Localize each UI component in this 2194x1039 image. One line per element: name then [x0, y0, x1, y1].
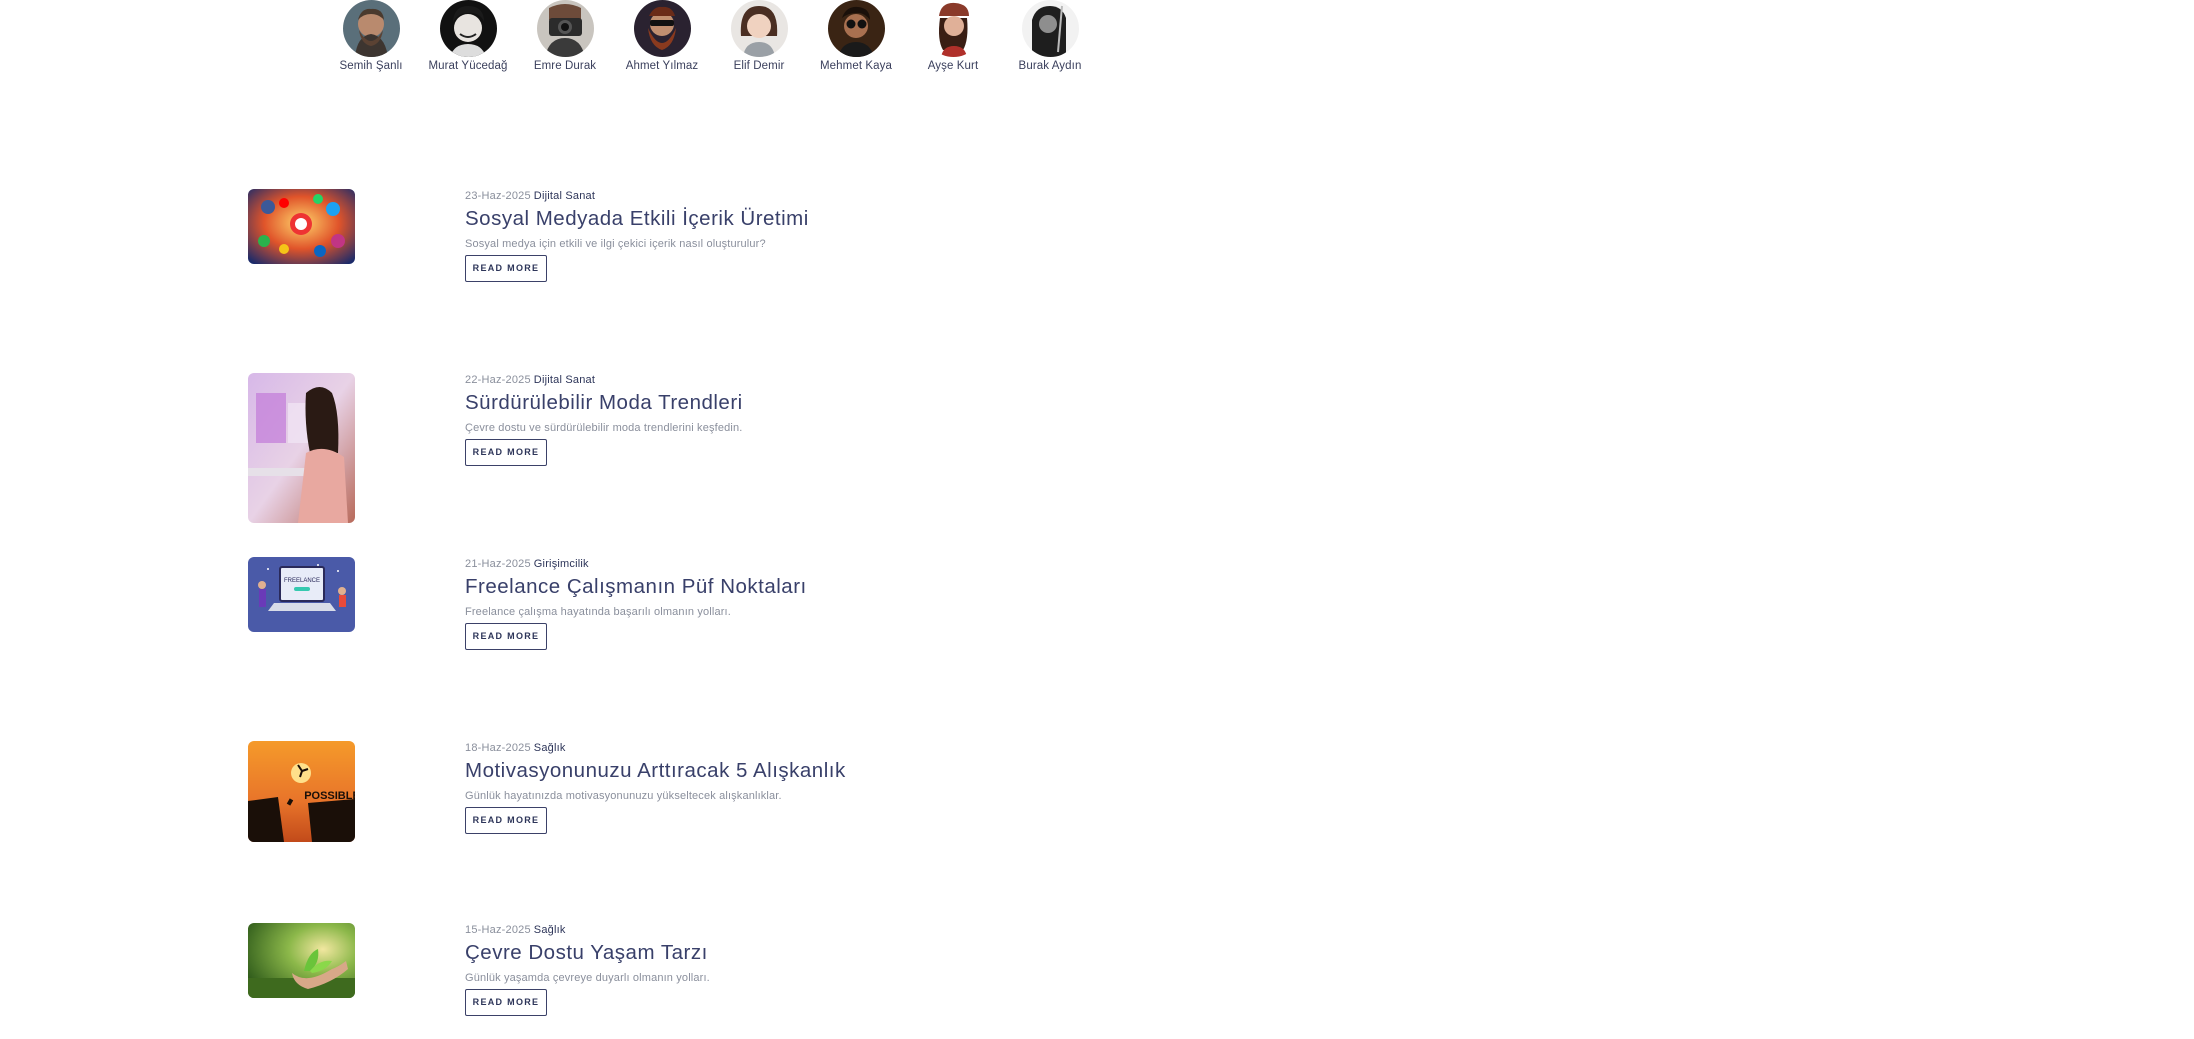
cliff-jump-sunset-image[interactable]: POSSIBLE [248, 741, 355, 842]
blog-post: 23-Haz-2025 Dijital Sanat Sosyal Medyada … [0, 189, 1552, 339]
possible-caption: POSSIBLE [304, 790, 355, 802]
read-more-button[interactable]: READ MORE [465, 989, 547, 1016]
avatar[interactable] [342, 0, 400, 57]
post-body: 21-Haz-2025 Girişimcilik Freelance Çalışm… [465, 557, 1365, 650]
social-media-icons-image[interactable] [248, 189, 355, 264]
read-more-button[interactable]: READ MORE [465, 623, 547, 650]
post-body: 23-Haz-2025 Dijital Sanat Sosyal Medyada … [465, 189, 1365, 282]
post-title[interactable]: Motivasyonunuzu Arttıracak 5 Alışkanlık [465, 757, 1365, 785]
hands-holding-plant-image[interactable] [248, 923, 355, 998]
post-category[interactable]: Girişimcilik [534, 558, 589, 570]
post-category[interactable]: Dijital Sanat [534, 374, 595, 386]
post-excerpt: Günlük yaşamda çevreye duyarlı olmanın y… [465, 972, 710, 984]
avatar[interactable] [924, 0, 982, 57]
post-category[interactable]: Sağlık [534, 924, 566, 936]
avatar[interactable] [1021, 0, 1079, 57]
post-excerpt: Günlük hayatınızda motivasyonunuzu yükse… [465, 790, 782, 802]
blog-post: 22-Haz-2025 Dijital Sanat Sürdürülebilir … [0, 373, 1552, 523]
post-category[interactable]: Sağlık [534, 742, 566, 754]
post-date: 22-Haz-2025 [465, 374, 531, 386]
post-category[interactable]: Dijital Sanat [534, 190, 595, 202]
post-body: 15-Haz-2025 Sağlık Çevre Dostu Yaşam Tarz… [465, 923, 1365, 1016]
post-meta: 23-Haz-2025 Dijital Sanat [465, 189, 1365, 204]
avatar[interactable] [730, 0, 788, 57]
blog-post: POSSIBLE 18-Haz-2025 Sağlık Motivasyonunu… [0, 741, 1552, 891]
post-date: 18-Haz-2025 [465, 742, 531, 754]
post-title[interactable]: Freelance Çalışmanın Püf Noktaları [465, 573, 1365, 601]
read-more-button[interactable]: READ MORE [465, 807, 547, 834]
post-meta: 15-Haz-2025 Sağlık [465, 923, 1365, 938]
woman-digital-art-image[interactable] [248, 373, 355, 523]
freelance-laptop-image[interactable]: FREELANCE [248, 557, 355, 632]
avatar[interactable] [827, 0, 885, 57]
post-meta: 21-Haz-2025 Girişimcilik [465, 557, 1365, 572]
authors-row: Semih Şanlı Murat Yücedağ Emre Durak Ahm… [0, 0, 1552, 80]
post-date: 23-Haz-2025 [465, 190, 531, 202]
blog-post: 15-Haz-2025 Sağlık Çevre Dostu Yaşam Tarz… [0, 923, 1552, 1039]
post-title[interactable]: Sosyal Medyada Etkili İçerik Üretimi [465, 205, 1365, 233]
post-title[interactable]: Sürdürülebilir Moda Trendleri [465, 389, 1365, 417]
freelance-caption: FREELANCE [284, 578, 320, 584]
post-date: 15-Haz-2025 [465, 924, 531, 936]
author-card[interactable]: Burak Aydın [980, 0, 1120, 72]
blog-post: FREELANCE 21-Haz-2025 Girişimcilik Freela… [0, 557, 1552, 707]
post-excerpt: Çevre dostu ve sürdürülebilir moda trend… [465, 422, 743, 434]
author-name[interactable]: Burak Aydın [980, 60, 1120, 72]
avatar[interactable] [439, 0, 497, 57]
read-more-button[interactable]: READ MORE [465, 439, 547, 466]
post-meta: 22-Haz-2025 Dijital Sanat [465, 373, 1365, 388]
post-date: 21-Haz-2025 [465, 558, 531, 570]
avatar[interactable] [536, 0, 594, 57]
avatar[interactable] [633, 0, 691, 57]
post-title[interactable]: Çevre Dostu Yaşam Tarzı [465, 939, 1365, 967]
post-body: 18-Haz-2025 Sağlık Motivasyonunuzu Arttır… [465, 741, 1365, 834]
post-excerpt: Sosyal medya için etkili ve ilgi çekici … [465, 238, 766, 250]
post-meta: 18-Haz-2025 Sağlık [465, 741, 1365, 756]
post-excerpt: Freelance çalışma hayatında başarılı olm… [465, 606, 731, 618]
post-body: 22-Haz-2025 Dijital Sanat Sürdürülebilir … [465, 373, 1365, 466]
read-more-button[interactable]: READ MORE [465, 255, 547, 282]
